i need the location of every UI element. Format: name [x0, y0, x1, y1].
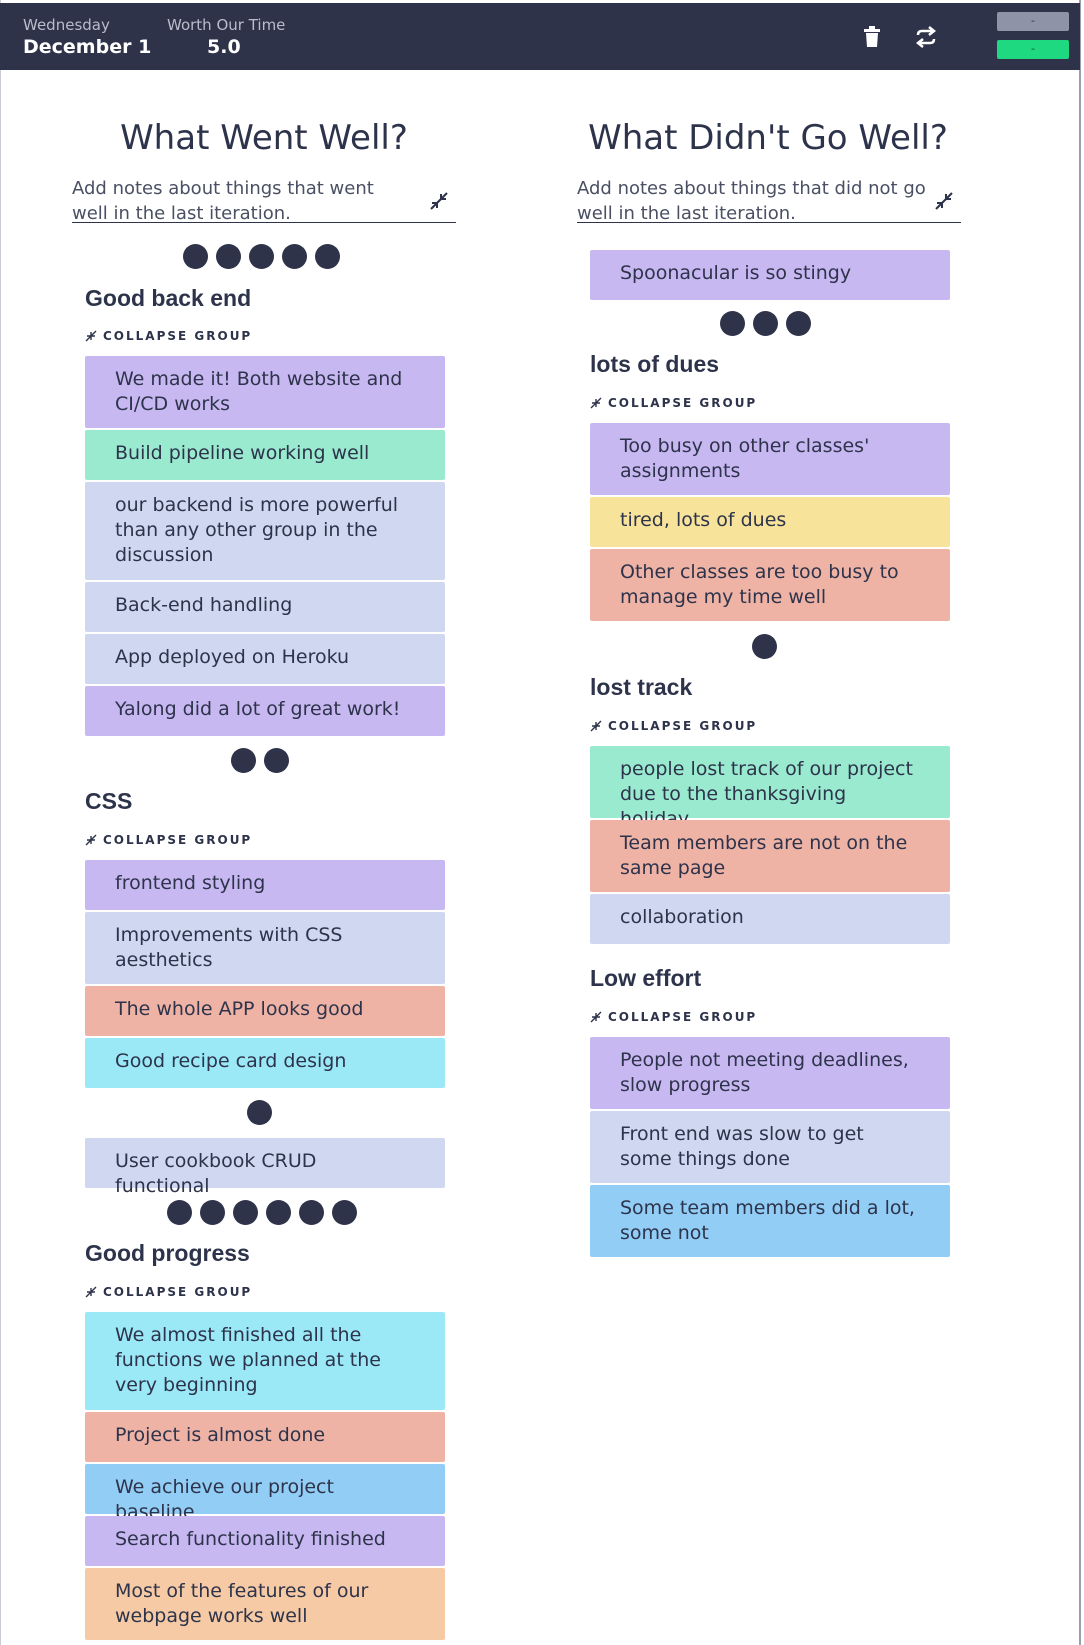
- retro-card[interactable]: tired, lots of dues: [590, 497, 950, 547]
- collapse-label: COLLAPSE GROUP: [608, 719, 758, 733]
- compress-icon[interactable]: [933, 190, 955, 212]
- compress-icon[interactable]: [428, 190, 450, 212]
- collapse-icon: [85, 1286, 97, 1298]
- vote-dots: [231, 748, 289, 773]
- retro-card[interactable]: App deployed on Heroku: [85, 634, 445, 684]
- vote-dots: [183, 244, 340, 269]
- collapse-icon: [85, 330, 97, 342]
- group-title: lost track: [590, 674, 693, 700]
- vote-dot[interactable]: [183, 244, 208, 269]
- top-bar: Wednesday December 1 Worth Our Time 5.0 …: [0, 3, 1080, 70]
- vote-dots: [167, 1200, 357, 1225]
- refresh-icon[interactable]: [912, 23, 940, 51]
- retro-card[interactable]: Build pipeline working well: [85, 430, 445, 480]
- vote-dot[interactable]: [332, 1200, 357, 1225]
- collapse-icon: [590, 1011, 602, 1023]
- retro-card[interactable]: Yalong did a lot of great work!: [85, 686, 445, 736]
- retro-card[interactable]: User cookbook CRUD functional: [85, 1138, 445, 1197]
- collapse-group-button[interactable]: COLLAPSE GROUP: [85, 329, 252, 343]
- vote-dot[interactable]: [200, 1200, 225, 1225]
- day-label: Wednesday: [23, 16, 110, 34]
- collapse-label: COLLAPSE GROUP: [103, 329, 253, 343]
- date-label: December 1: [23, 36, 152, 58]
- vote-dot[interactable]: [231, 748, 256, 773]
- retro-card[interactable]: Back-end handling: [85, 582, 445, 632]
- collapse-label: COLLAPSE GROUP: [103, 1285, 253, 1299]
- metric-label: Worth Our Time: [167, 16, 286, 34]
- collapse-group-button[interactable]: COLLAPSE GROUP: [590, 396, 757, 410]
- vote-dot[interactable]: [720, 311, 745, 336]
- collapse-label: COLLAPSE GROUP: [103, 833, 253, 847]
- went-well-title: What Went Well?: [120, 118, 408, 158]
- vote-dot[interactable]: [752, 634, 777, 659]
- group-title: CSS: [85, 788, 133, 814]
- retro-card[interactable]: our backend is more powerful than any ot…: [85, 482, 445, 580]
- collapse-label: COLLAPSE GROUP: [608, 1010, 758, 1024]
- vote-dot[interactable]: [282, 244, 307, 269]
- trash-icon[interactable]: [858, 23, 886, 51]
- retro-card[interactable]: Spoonacular is so stingy: [590, 250, 950, 300]
- group-title: lots of dues: [590, 351, 720, 377]
- retro-card[interactable]: The whole APP looks good: [85, 986, 445, 1036]
- vote-dot[interactable]: [216, 244, 241, 269]
- collapse-label: COLLAPSE GROUP: [608, 396, 758, 410]
- retro-card[interactable]: People not meeting deadlines, slow progr…: [590, 1037, 950, 1109]
- vote-dot[interactable]: [249, 244, 274, 269]
- retro-card[interactable]: We almost finished all the functions we …: [85, 1312, 445, 1410]
- metric-value: 5.0: [207, 36, 241, 58]
- group-title: Low effort: [590, 965, 702, 991]
- collapse-icon: [590, 720, 602, 732]
- vote-dots: [752, 634, 777, 659]
- retro-card[interactable]: people lost track of our project due to …: [590, 746, 950, 830]
- vote-dot[interactable]: [753, 311, 778, 336]
- retro-card[interactable]: frontend styling: [85, 860, 445, 910]
- retro-card[interactable]: Too busy on other classes' assignments: [590, 423, 950, 495]
- collapse-icon: [590, 397, 602, 409]
- vote-dot[interactable]: [264, 748, 289, 773]
- vote-dots: [247, 1100, 272, 1125]
- vote-dot[interactable]: [167, 1200, 192, 1225]
- retro-card[interactable]: Team members are not on the same page: [590, 820, 950, 892]
- collapse-group-button[interactable]: COLLAPSE GROUP: [590, 1010, 757, 1024]
- vote-dot[interactable]: [786, 311, 811, 336]
- retro-card[interactable]: collaboration: [590, 894, 950, 944]
- vote-dots: [720, 311, 811, 336]
- vote-dot[interactable]: [233, 1200, 258, 1225]
- went-well-input[interactable]: Add notes about things that went well in…: [72, 176, 456, 224]
- vote-dot[interactable]: [266, 1200, 291, 1225]
- retro-card[interactable]: Good recipe card design: [85, 1038, 445, 1088]
- green-status-pill[interactable]: -: [997, 40, 1069, 59]
- collapse-group-button[interactable]: COLLAPSE GROUP: [85, 833, 252, 847]
- went-well-placeholder: Add notes about things that went well in…: [72, 178, 374, 224]
- retro-card[interactable]: We made it! Both website and CI/CD works: [85, 356, 445, 428]
- retro-card[interactable]: Most of the features of our webpage work…: [85, 1568, 445, 1640]
- gray-status-pill[interactable]: -: [997, 12, 1069, 31]
- collapse-group-button[interactable]: COLLAPSE GROUP: [85, 1285, 252, 1299]
- retro-card[interactable]: Front end was slow to get some things do…: [590, 1111, 950, 1183]
- not-well-title: What Didn't Go Well?: [588, 118, 948, 158]
- not-well-placeholder: Add notes about things that did not go w…: [577, 178, 926, 224]
- retro-card[interactable]: Some team members did a lot, some not: [590, 1185, 950, 1257]
- retro-card[interactable]: Other classes are too busy to manage my …: [590, 549, 950, 621]
- collapse-icon: [85, 834, 97, 846]
- group-title: Good back end: [85, 285, 252, 311]
- collapse-group-button[interactable]: COLLAPSE GROUP: [590, 719, 757, 733]
- vote-dot[interactable]: [247, 1100, 272, 1125]
- retro-card[interactable]: Search functionality finished: [85, 1516, 445, 1566]
- vote-dot[interactable]: [299, 1200, 324, 1225]
- retro-card[interactable]: Project is almost done: [85, 1412, 445, 1462]
- not-well-input[interactable]: Add notes about things that did not go w…: [577, 176, 961, 224]
- retro-card[interactable]: Improvements with CSS aesthetics: [85, 912, 445, 984]
- vote-dot[interactable]: [315, 244, 340, 269]
- group-title: Good progress: [85, 1240, 250, 1266]
- retro-card[interactable]: We achieve our project baseline: [85, 1464, 445, 1523]
